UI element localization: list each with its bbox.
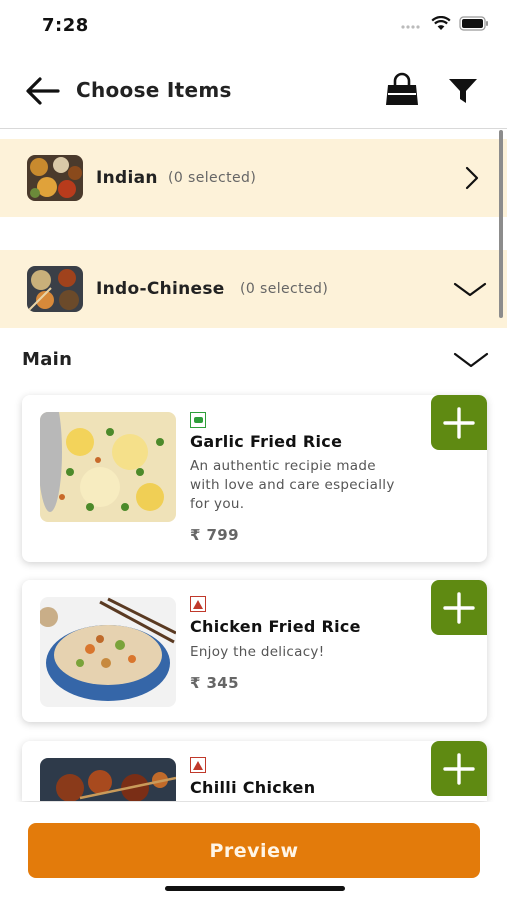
item-image (40, 758, 176, 801)
back-button[interactable] (24, 74, 64, 108)
expand-toggle[interactable] (453, 163, 487, 193)
item-price: ₹ 799 (190, 526, 239, 544)
home-indicator[interactable] (165, 886, 345, 891)
category-row-indian[interactable]: Indian (0 selected) (0, 139, 507, 217)
cart-button[interactable] (384, 72, 420, 108)
wifi-icon (431, 16, 451, 30)
item-name: Chilli Chicken (190, 778, 316, 797)
shopping-bag-icon (386, 72, 418, 105)
chevron-right-icon (465, 166, 479, 190)
filter-icon (449, 79, 477, 103)
subcategory-header-main[interactable]: Main (0, 330, 507, 388)
chevron-down-icon (453, 282, 487, 297)
back-arrow-icon (26, 77, 60, 105)
status-time: 7:28 (42, 15, 89, 36)
item-description: An authentic recipie made with love and … (190, 458, 395, 512)
item-description: Enjoy the delicacy! (190, 644, 325, 660)
status-bar: 7:28 (0, 0, 507, 52)
bottom-bar: Preview (0, 802, 507, 900)
signal-icon (401, 24, 420, 29)
category-name: Indo-Chinese (96, 279, 225, 299)
category-name: Indian (96, 168, 158, 188)
plus-icon (443, 406, 475, 439)
veg-icon (190, 412, 206, 428)
menu-item-card: Garlic Fried Rice An authentic recipie m… (22, 395, 487, 562)
category-thumbnail (27, 266, 83, 312)
status-icons (401, 16, 489, 31)
plus-icon (443, 591, 475, 624)
chevron-down-icon (453, 352, 489, 368)
item-image (40, 597, 176, 707)
category-thumbnail (27, 155, 83, 201)
preview-button[interactable]: Preview (28, 823, 480, 878)
category-selected-count: (0 selected) (240, 281, 329, 297)
page-title: Choose Items (76, 78, 232, 102)
non-veg-icon (190, 596, 206, 612)
collapse-toggle[interactable] (453, 274, 487, 304)
item-image (40, 412, 176, 522)
category-selected-count: (0 selected) (168, 170, 257, 186)
menu-item-card: Chicken Fried Rice Enjoy the delicacy! ₹… (22, 580, 487, 722)
add-item-button[interactable] (431, 741, 487, 796)
category-row-indo-chinese[interactable]: Indo-Chinese (0 selected) (0, 250, 507, 328)
app-header: Choose Items (0, 60, 507, 122)
battery-icon (459, 16, 488, 31)
item-price: ₹ 345 (190, 674, 239, 692)
item-name: Chicken Fried Rice (190, 617, 361, 636)
subcategory-toggle[interactable] (453, 346, 489, 374)
filter-button[interactable] (446, 76, 480, 106)
item-name: Garlic Fried Rice (190, 432, 343, 451)
plus-icon (443, 752, 475, 785)
add-item-button[interactable] (431, 395, 487, 450)
scrollbar[interactable] (499, 130, 503, 318)
menu-item-card: Chilli Chicken (22, 741, 487, 801)
subcategory-title: Main (22, 349, 73, 370)
non-veg-icon (190, 757, 206, 773)
add-item-button[interactable] (431, 580, 487, 635)
